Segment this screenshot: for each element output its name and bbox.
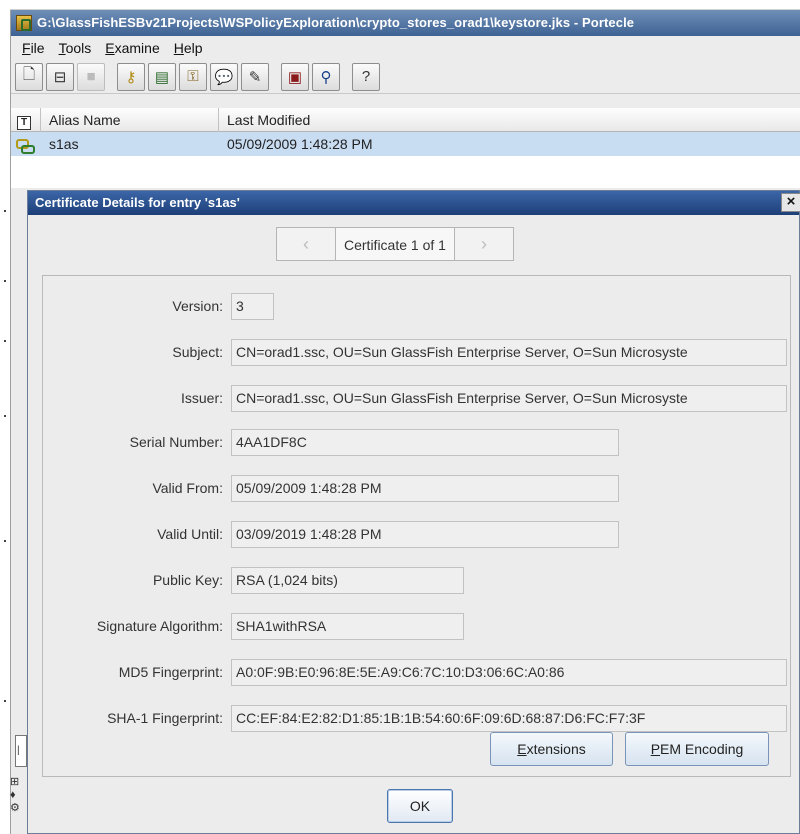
issuer-label: Issuer: [180,390,223,406]
background-window-strip [0,0,10,834]
help-icon[interactable]: ? [352,62,380,91]
extensions-button[interactable]: Extensions [490,732,613,766]
signature-algorithm-field[interactable]: SHA1withRSA [231,612,464,640]
subject-label: Subject: [172,344,223,360]
serial-number-field[interactable]: 4AA1DF8C [231,428,619,456]
sha1-fingerprint-label: SHA-1 Fingerprint: [107,710,223,726]
close-icon[interactable]: × [781,193,800,212]
column-header-modified[interactable]: Last Modified [219,108,800,132]
certificate-counter: Certificate 1 of 1 [336,227,454,261]
valid-until-field[interactable]: 03/09/2019 1:48:28 PM [231,520,619,548]
examine-csr-icon[interactable]: ⚲ [312,62,340,91]
md5-fingerprint-label: MD5 Fingerprint: [118,664,223,680]
certificate-details-dialog: Certificate Details for entry 's1as' × ‹… [27,190,800,834]
toolbar: 🗋 ⊟ ■ ⚷ ▤ ⚿ 💬 ✎ ▣ ⚲ ? [11,60,800,94]
keypair-icon [16,138,35,155]
public-key-field[interactable]: RSA (1,024 bits) [231,566,464,594]
md5-fingerprint-field[interactable]: A0:0F:9B:E0:96:8E:5E:A9:C6:7C:10:D3:06:6… [231,658,787,686]
background-window-edge [10,0,800,10]
issuer-field[interactable]: CN=orad1.ssc, OU=Sun GlassFish Enterpris… [231,384,787,412]
menu-file[interactable]: File [15,40,52,56]
examine-certificate-icon[interactable]: ▣ [281,62,309,91]
open-keystore-icon[interactable]: ⊟ [46,62,74,91]
version-row: Version: [43,292,223,320]
signature-algorithm-label: Signature Algorithm: [96,618,223,634]
certificate-fields-panel: Version: 3 Subject: CN=orad1.ssc, OU=Sun… [42,275,791,777]
new-keystore-icon[interactable]: 🗋 [15,62,43,91]
valid-from-field[interactable]: 05/09/2009 1:48:28 PM [231,474,619,502]
previous-certificate-button[interactable]: ‹ [276,227,336,261]
menu-examine[interactable]: Examine [98,40,166,56]
import-certificate-icon[interactable]: ▤ [148,62,176,91]
next-certificate-button[interactable]: › [453,227,514,261]
keystore-entries-table: T Alias Name Last Modified s1as 05/09/20… [11,108,800,188]
table-header: T Alias Name Last Modified [11,108,800,132]
sha1-fingerprint-field[interactable]: CC:EF:84:E2:82:D1:85:1B:1B:54:60:6F:09:6… [231,704,787,732]
set-password-icon[interactable]: 💬 [210,62,238,91]
version-field[interactable]: 3 [231,292,274,320]
version-label: Version: [172,298,223,314]
table-row[interactable]: s1as 05/09/2009 1:48:28 PM [11,132,800,156]
window-titlebar[interactable]: G:\GlassFishESBv21Projects\WSPolicyExplo… [11,10,800,36]
column-header-type[interactable]: T [11,108,41,132]
public-key-label: Public Key: [152,572,223,588]
entry-last-modified: 05/09/2009 1:48:28 PM [227,136,373,152]
partial-field: | [15,735,27,767]
menu-tools[interactable]: Tools [52,40,99,56]
subject-field[interactable]: CN=orad1.ssc, OU=Sun GlassFish Enterpris… [231,338,787,366]
certificate-navigator: ‹ Certificate 1 of 1 › [276,227,514,261]
generate-keypair-icon[interactable]: ⚷ [117,62,145,91]
window-title: G:\GlassFishESBv21Projects\WSPolicyExplo… [37,15,635,30]
menu-bar: File Tools Examine Help [11,36,800,60]
menu-help[interactable]: Help [167,40,210,56]
serial-number-label: Serial Number: [129,434,223,450]
keystore-report-icon[interactable]: ✎ [241,62,269,91]
valid-until-label: Valid Until: [157,526,223,542]
column-header-alias[interactable]: Alias Name [41,108,219,132]
valid-from-label: Valid From: [152,480,223,496]
pem-encoding-button[interactable]: P EM Encoding [625,732,769,766]
dialog-title: Certificate Details for entry 's1as' [35,195,240,210]
import-keypair-icon[interactable]: ⚿ [179,62,207,91]
ok-button[interactable]: OK [387,789,453,823]
partial-tree: ⊞ ♦ ⚙ [10,776,20,814]
portecle-app-icon [16,15,32,31]
entry-alias: s1as [49,136,79,152]
save-keystore-icon[interactable]: ■ [77,62,105,91]
dialog-titlebar[interactable]: Certificate Details for entry 's1as' × [28,191,800,215]
